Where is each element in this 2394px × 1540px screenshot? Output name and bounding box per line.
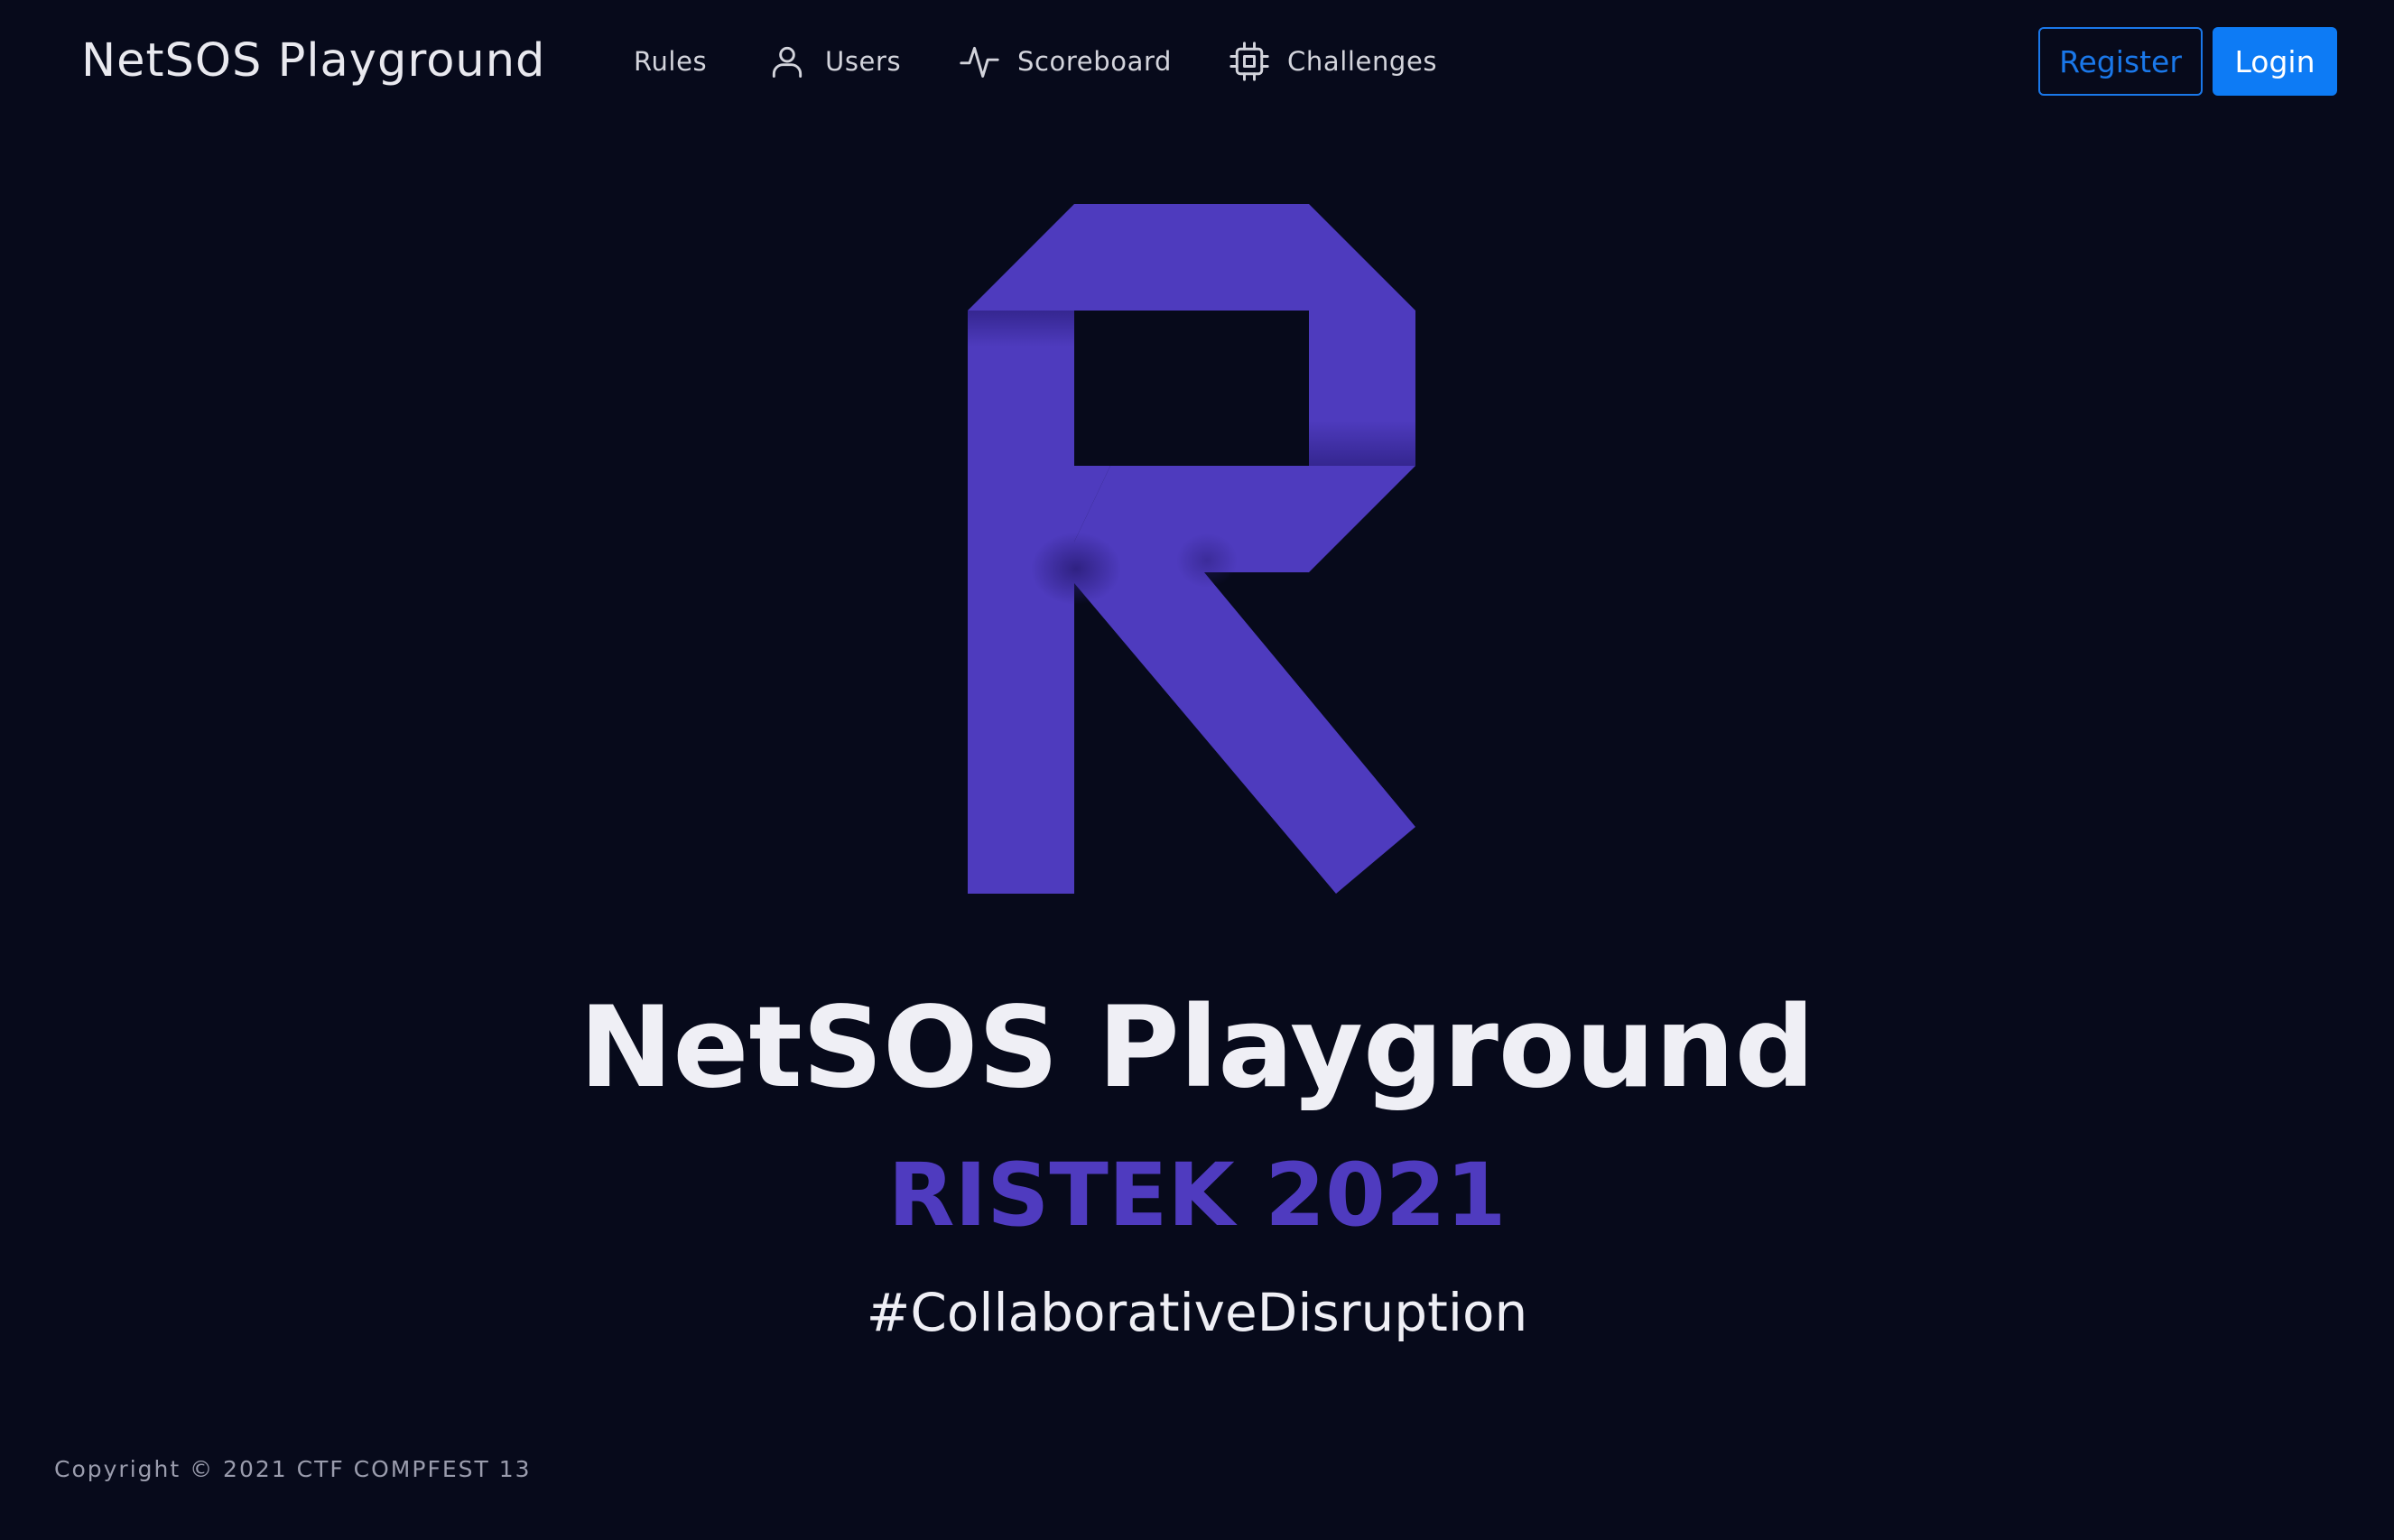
activity-icon <box>960 42 999 81</box>
cpu-chip-icon <box>1229 42 1269 81</box>
hero-subtitle: RISTEK 2021 <box>887 1145 1507 1246</box>
nav-item-label: Challenges <box>1287 46 1438 77</box>
user-icon <box>767 42 807 81</box>
ristek-r-logo <box>968 204 1419 894</box>
nav-item-label: Scoreboard <box>1017 46 1172 77</box>
nav-item-challenges[interactable]: Challenges <box>1229 34 1437 88</box>
nav-item-scoreboard[interactable]: Scoreboard <box>960 34 1172 88</box>
nav-item-label: Rules <box>634 46 708 77</box>
nav-item-users[interactable]: Users <box>767 34 901 88</box>
register-button[interactable]: Register <box>2038 27 2203 96</box>
login-button[interactable]: Login <box>2213 27 2337 96</box>
hero-tagline: #CollaborativeDisruption <box>866 1282 1528 1343</box>
navbar: NetSOS Playground Rules Users Scoreboard <box>0 0 2394 123</box>
footer-copyright: Copyright © 2021 CTF COMPFEST 13 <box>54 1456 532 1482</box>
nav-item-rules[interactable]: Rules <box>634 34 707 88</box>
nav-item-label: Users <box>825 46 902 77</box>
brand-link[interactable]: NetSOS Playground <box>81 27 545 96</box>
hero-title: NetSOS Playground <box>579 983 1815 1113</box>
